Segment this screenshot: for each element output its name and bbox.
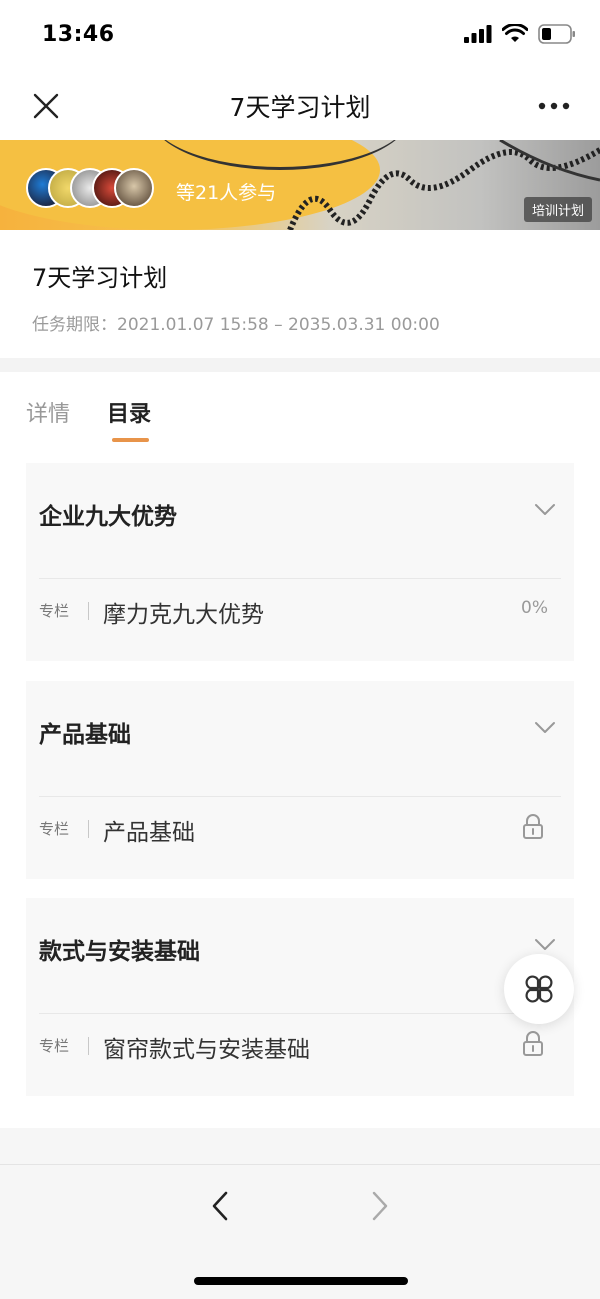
separator	[88, 602, 89, 620]
participants-count: 等21人参与	[176, 182, 277, 204]
home-indicator[interactable]	[194, 1277, 408, 1285]
divider	[39, 1013, 561, 1014]
plan-type-badge: 培训计划	[523, 197, 592, 222]
chevron-down-icon[interactable]	[534, 721, 556, 735]
toolbar-border	[0, 1164, 600, 1165]
lock-icon	[523, 1031, 543, 1056]
divider	[39, 578, 561, 579]
course-item-name[interactable]: 产品基础	[103, 813, 195, 847]
separator	[88, 820, 89, 838]
status-icons	[464, 24, 576, 44]
more-button[interactable]	[534, 86, 574, 126]
progress-percent: 0%	[521, 598, 548, 618]
more-icon	[538, 102, 570, 110]
section-title[interactable]: 企业九大优势	[39, 497, 177, 531]
back-button[interactable]	[202, 1186, 238, 1226]
tab-catalog[interactable]: 目录	[107, 396, 151, 428]
nav-bar: 7天学习计划	[0, 72, 600, 140]
plan-period: 任务期限：2021.01.07 15:58 – 2035.03.31 00:00	[32, 315, 440, 335]
catalog-section: 款式与安装基础 专栏 窗帘款式与安装基础	[26, 898, 574, 1096]
course-item-name[interactable]: 摩力克九大优势	[103, 595, 264, 629]
column-tag: 专栏	[39, 1037, 70, 1055]
lock-icon	[523, 814, 543, 839]
chevron-down-icon[interactable]	[534, 503, 556, 517]
status-bar: 13:46	[0, 0, 600, 72]
avatar	[114, 168, 154, 208]
chevron-down-icon[interactable]	[534, 938, 556, 952]
wifi-icon	[502, 24, 528, 42]
page-title: 7天学习计划	[229, 93, 371, 122]
battery-icon	[538, 24, 575, 44]
section-title[interactable]: 款式与安装基础	[39, 932, 200, 966]
participant-avatars[interactable]	[26, 168, 154, 210]
separator	[88, 1037, 89, 1055]
column-tag: 专栏	[39, 602, 70, 620]
chevron-left-icon	[212, 1191, 228, 1221]
plan-title: 7天学习计划	[32, 264, 168, 292]
catalog-section: 产品基础 专栏 产品基础	[26, 681, 574, 879]
course-item-name[interactable]: 窗帘款式与安装基础	[103, 1030, 310, 1064]
section-title[interactable]: 产品基础	[39, 715, 131, 749]
forward-button[interactable]	[362, 1186, 398, 1226]
active-tab-indicator	[112, 438, 149, 442]
status-time: 13:46	[42, 22, 115, 47]
plan-banner: 等21人参与 培训计划	[0, 140, 600, 230]
browser-toolbar	[0, 1128, 600, 1299]
menu-fab-button[interactable]	[504, 954, 574, 1024]
signal-icon	[464, 25, 492, 43]
four-petal-menu-icon	[525, 975, 553, 1003]
section-divider	[0, 358, 600, 372]
catalog-section: 企业九大优势 专栏 摩力克九大优势 0%	[26, 463, 574, 661]
tab-detail[interactable]: 详情	[26, 396, 70, 428]
divider	[39, 796, 561, 797]
column-tag: 专栏	[39, 820, 70, 838]
chevron-right-icon	[372, 1191, 388, 1221]
